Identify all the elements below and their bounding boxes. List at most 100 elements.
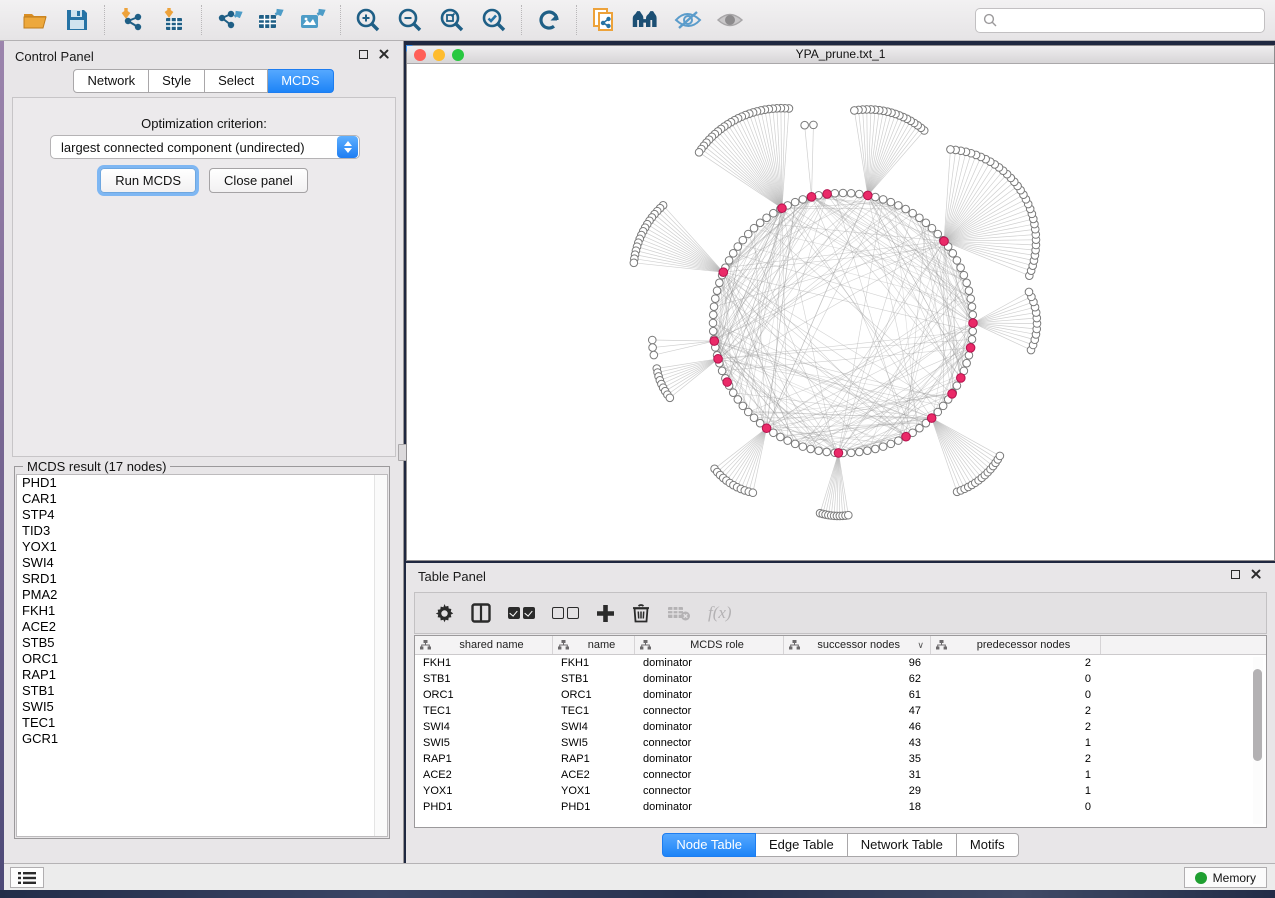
export-table-icon[interactable] — [256, 5, 286, 35]
run-mcds-button[interactable]: Run MCDS — [100, 168, 196, 193]
mcds-node[interactable] — [719, 268, 728, 277]
network-node[interactable] — [872, 445, 880, 453]
network-node[interactable] — [739, 236, 747, 244]
network-node[interactable] — [879, 196, 887, 204]
network-node[interactable] — [709, 327, 717, 335]
network-node[interactable] — [784, 437, 792, 445]
network-node[interactable] — [744, 230, 752, 238]
mcds-node[interactable] — [966, 344, 975, 353]
network-node[interactable] — [957, 264, 965, 272]
leaf-node[interactable] — [996, 452, 1004, 460]
network-node[interactable] — [734, 243, 742, 251]
network-node[interactable] — [725, 257, 733, 265]
table-settings-gear-icon[interactable] — [435, 604, 454, 623]
tab-style[interactable]: Style — [149, 69, 205, 93]
show-task-history-button[interactable] — [10, 867, 44, 888]
result-node-item[interactable]: RAP1 — [17, 667, 387, 683]
leaf-node[interactable] — [749, 489, 757, 497]
network-node[interactable] — [799, 443, 807, 451]
network-node[interactable] — [939, 402, 947, 410]
network-node[interactable] — [791, 440, 799, 448]
network-node[interactable] — [739, 402, 747, 410]
tab-select[interactable]: Select — [205, 69, 268, 93]
column-header-MCDS-role[interactable]: MCDS role — [635, 636, 784, 654]
network-node[interactable] — [710, 303, 718, 311]
close-table-panel-icon[interactable] — [1251, 569, 1261, 579]
network-node[interactable] — [839, 189, 847, 197]
network-node[interactable] — [928, 224, 936, 232]
network-node[interactable] — [965, 352, 973, 360]
leaf-node[interactable] — [1025, 288, 1033, 296]
network-node[interactable] — [887, 440, 895, 448]
network-node[interactable] — [823, 448, 831, 456]
result-node-item[interactable]: ACE2 — [17, 619, 387, 635]
result-node-item[interactable]: STB5 — [17, 635, 387, 651]
mcds-node[interactable] — [762, 424, 771, 433]
network-node[interactable] — [902, 205, 910, 213]
tab-node-table[interactable]: Node Table — [662, 833, 756, 857]
leaf-node[interactable] — [695, 148, 703, 156]
network-node[interactable] — [963, 359, 971, 367]
mcds-node[interactable] — [957, 374, 966, 383]
result-node-item[interactable]: CAR1 — [17, 491, 387, 507]
new-network-from-selection-icon[interactable] — [589, 5, 619, 35]
network-node[interactable] — [729, 250, 737, 258]
network-node[interactable] — [965, 287, 973, 295]
minimize-window-icon[interactable] — [433, 49, 445, 61]
search-field[interactable] — [975, 8, 1265, 33]
mcds-node[interactable] — [807, 193, 816, 202]
network-node[interactable] — [953, 257, 961, 265]
result-node-item[interactable]: STP4 — [17, 507, 387, 523]
column-header-name[interactable]: name — [553, 636, 635, 654]
network-node[interactable] — [807, 445, 815, 453]
network-node[interactable] — [709, 311, 717, 319]
network-node[interactable] — [847, 449, 855, 457]
column-header-predecessor-nodes[interactable]: predecessor nodes — [931, 636, 1101, 654]
network-node[interactable] — [887, 198, 895, 206]
network-node[interactable] — [777, 433, 785, 441]
network-node[interactable] — [916, 424, 924, 432]
search-input[interactable] — [1003, 14, 1257, 28]
tab-mcds[interactable]: MCDS — [268, 69, 333, 93]
network-node[interactable] — [831, 189, 839, 197]
network-node[interactable] — [864, 447, 872, 455]
deselect-all-columns-icon[interactable] — [552, 607, 579, 619]
network-canvas[interactable] — [407, 64, 1274, 560]
leaf-node[interactable] — [650, 351, 658, 359]
mcds-node[interactable] — [927, 414, 936, 423]
leaf-node[interactable] — [851, 107, 859, 115]
result-node-item[interactable]: YOX1 — [17, 539, 387, 555]
leaf-node[interactable] — [666, 394, 674, 402]
network-node[interactable] — [763, 214, 771, 222]
network-window-titlebar[interactable]: YPA_prune.txt_1 — [407, 46, 1274, 64]
result-node-item[interactable]: ORC1 — [17, 651, 387, 667]
network-node[interactable] — [922, 219, 930, 227]
zoom-selected-icon[interactable] — [479, 5, 509, 35]
leaf-node[interactable] — [845, 511, 853, 519]
network-node[interactable] — [709, 319, 717, 327]
result-list-scrollbar[interactable] — [374, 475, 387, 836]
mcds-node[interactable] — [723, 378, 732, 387]
network-node[interactable] — [949, 250, 957, 258]
network-node[interactable] — [967, 295, 975, 303]
table-row[interactable]: SWI4SWI4dominator462 — [415, 719, 1266, 735]
export-image-icon[interactable] — [298, 5, 328, 35]
table-row[interactable]: RAP1RAP1dominator352 — [415, 751, 1266, 767]
network-node[interactable] — [909, 209, 917, 217]
mcds-node[interactable] — [823, 190, 832, 199]
network-node[interactable] — [953, 382, 961, 390]
mcds-node[interactable] — [864, 191, 873, 200]
tab-network-table[interactable]: Network Table — [848, 833, 957, 857]
network-node[interactable] — [791, 198, 799, 206]
criterion-dropdown[interactable]: largest connected component (undirected) — [50, 135, 360, 159]
leaf-node[interactable] — [649, 344, 657, 352]
network-node[interactable] — [934, 230, 942, 238]
column-header-shared-name[interactable]: shared name — [415, 636, 553, 654]
close-panel-button[interactable]: Close panel — [209, 168, 308, 193]
network-node[interactable] — [756, 219, 764, 227]
network-node[interactable] — [815, 447, 823, 455]
create-column-plus-icon[interactable] — [596, 604, 615, 623]
show-columns-icon[interactable] — [471, 603, 491, 623]
network-node[interactable] — [734, 396, 742, 404]
network-node[interactable] — [916, 214, 924, 222]
